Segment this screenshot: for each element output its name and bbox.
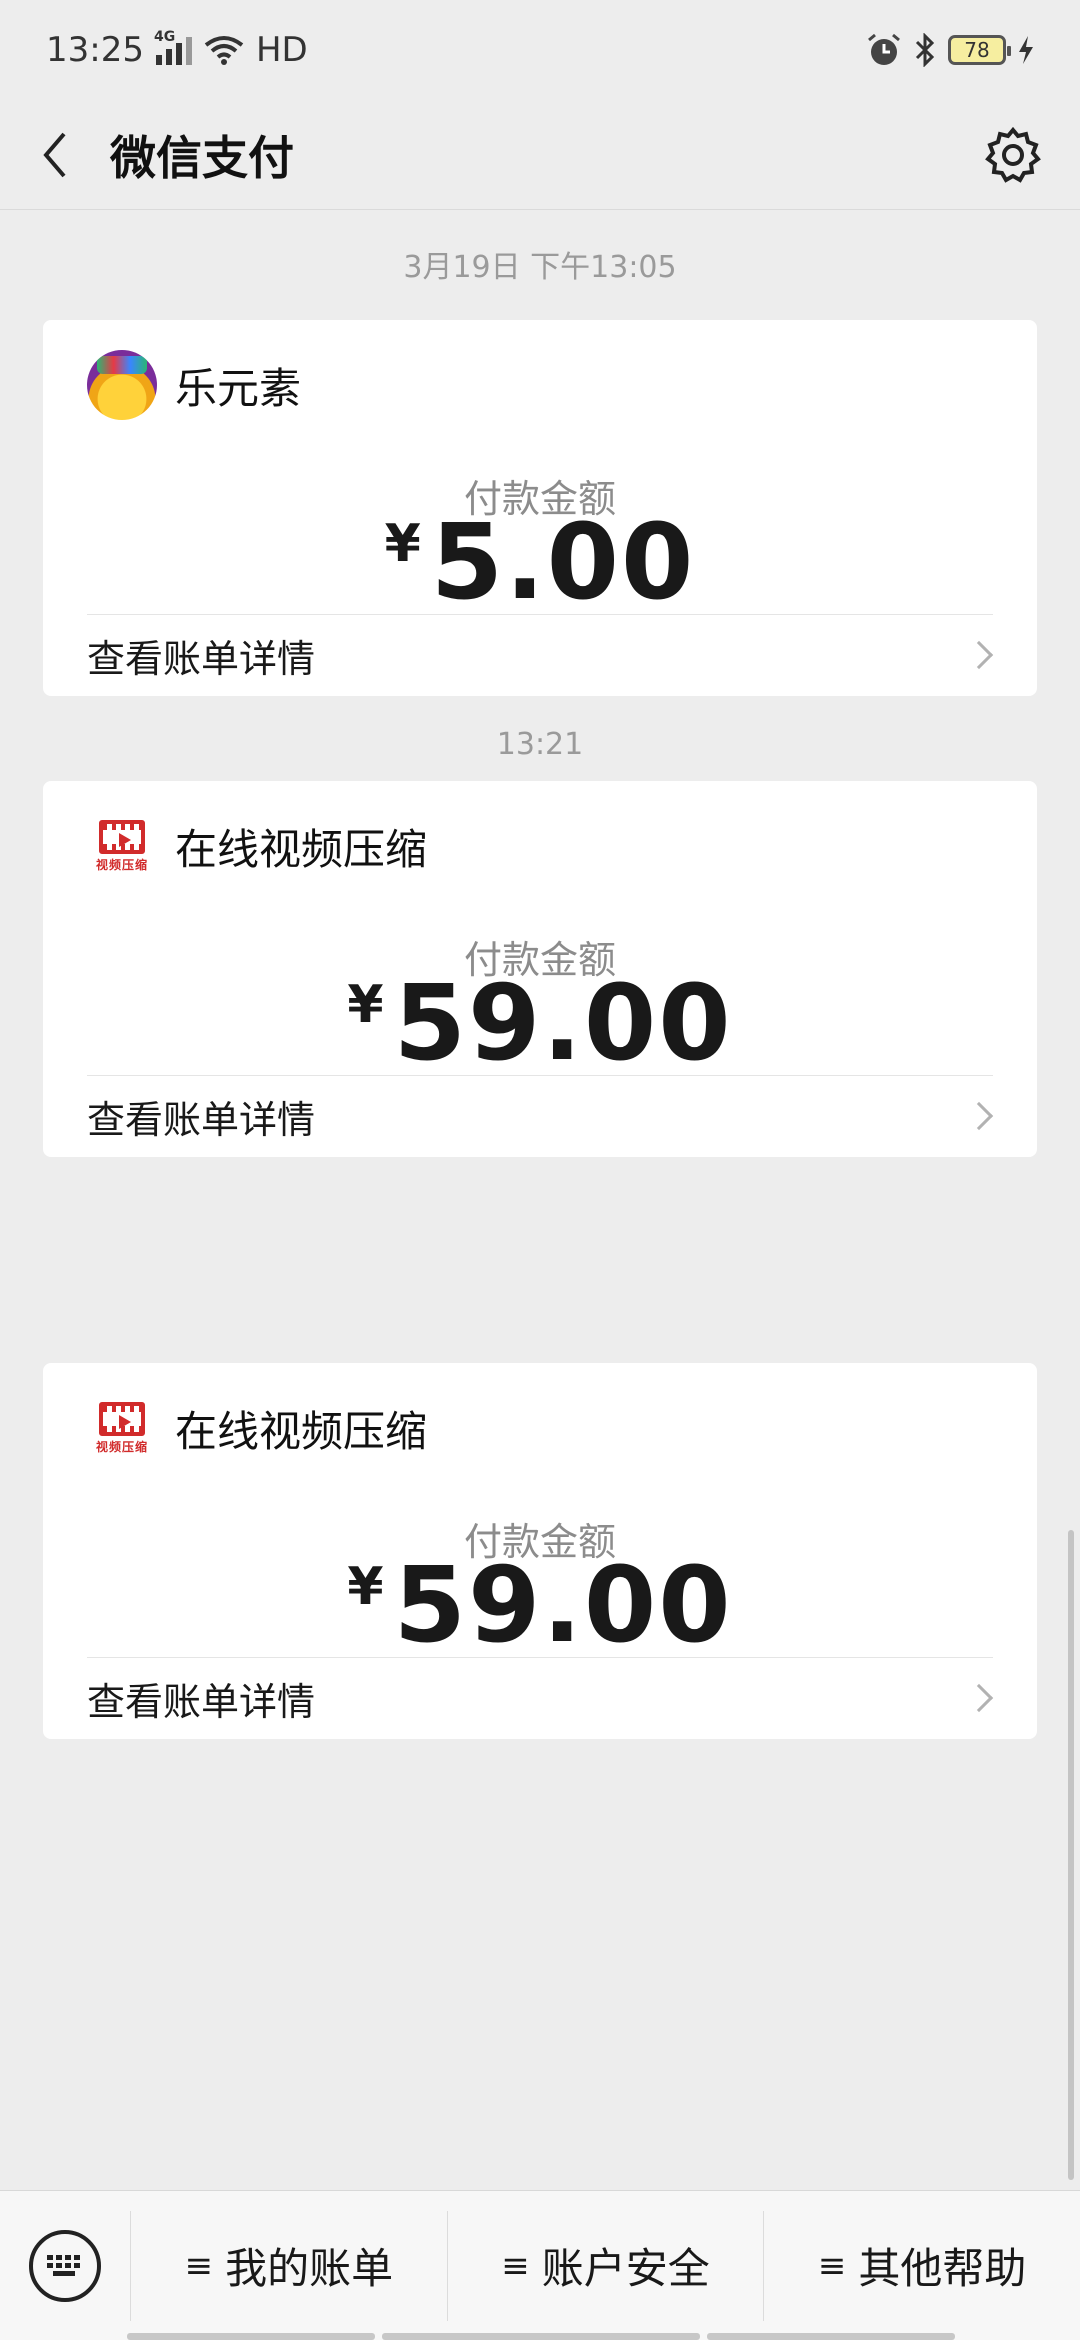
bluetooth-icon bbox=[915, 33, 935, 67]
merchant-name: 在线视频压缩 bbox=[175, 824, 428, 874]
cell-signal-icon: 4G bbox=[154, 29, 192, 65]
currency-symbol: ¥ bbox=[347, 975, 384, 1035]
nav-hint-segment bbox=[382, 2333, 700, 2340]
charging-icon bbox=[1019, 36, 1033, 64]
status-right: 78 bbox=[866, 32, 1034, 68]
view-bill-details-label: 查看账单详情 bbox=[87, 636, 316, 681]
menu-label: 账户安全 bbox=[541, 2244, 710, 2293]
game-app-icon bbox=[87, 350, 157, 420]
menu-label: 我的账单 bbox=[225, 2244, 394, 2293]
message-timestamp: 3月19日 下午13:05 bbox=[403, 250, 677, 285]
card-header: 乐元素 bbox=[87, 350, 301, 420]
status-left: 13:25 4G HD bbox=[46, 29, 308, 70]
settings-button[interactable] bbox=[976, 118, 1050, 192]
chevron-left-icon bbox=[43, 132, 66, 177]
scrollbar[interactable] bbox=[1068, 1530, 1074, 2180]
keyboard-toggle-button[interactable] bbox=[0, 2191, 130, 2340]
payment-card[interactable]: 视频压缩 在线视频压缩 付款金额 ¥ 59.00 查看账单详情 bbox=[43, 781, 1037, 1157]
menu-account-security[interactable]: ≡ 账户安全 bbox=[446, 2210, 764, 2321]
view-bill-details-row[interactable]: 查看账单详情 bbox=[43, 1639, 1037, 1757]
page-title: 微信支付 bbox=[110, 130, 294, 185]
message-timestamp: 13:21 bbox=[496, 727, 584, 762]
view-bill-details-row[interactable]: 查看账单详情 bbox=[43, 596, 1037, 714]
keyboard-keys-graphic bbox=[47, 2254, 80, 2276]
network-type: 4G bbox=[153, 29, 176, 45]
nav-hint-segment bbox=[707, 2333, 955, 2340]
bottom-menu-bar: ≡ 我的账单 ≡ 账户安全 ≡ 其他帮助 bbox=[0, 2190, 1080, 2340]
menu-my-bills[interactable]: ≡ 我的账单 bbox=[130, 2210, 447, 2321]
gear-icon bbox=[985, 126, 1041, 183]
menu-label: 其他帮助 bbox=[858, 2244, 1027, 2293]
alarm-icon bbox=[868, 33, 900, 65]
card-header: 视频压缩 在线视频压缩 bbox=[87, 811, 427, 881]
view-bill-details-label: 查看账单详情 bbox=[87, 1679, 316, 1724]
payment-card[interactable]: 乐元素 付款金额 ¥ 5.00 查看账单详情 bbox=[43, 320, 1037, 696]
payment-card[interactable]: 视频压缩 在线视频压缩 付款金额 ¥ 59.00 查看账单详情 bbox=[43, 1363, 1037, 1739]
battery-indicator: 78 bbox=[948, 35, 1011, 65]
wifi-icon bbox=[204, 36, 244, 65]
nav-header: 微信支付 bbox=[0, 100, 1080, 210]
film-icon bbox=[99, 1401, 145, 1436]
menu-lines-icon: ≡ bbox=[184, 2245, 214, 2286]
view-bill-details-row[interactable]: 查看账单详情 bbox=[43, 1057, 1037, 1175]
merchant-name: 在线视频压缩 bbox=[175, 1406, 428, 1456]
status-time: 13:25 bbox=[46, 30, 144, 70]
video-compress-app-icon: 视频压缩 bbox=[87, 811, 157, 881]
status-bar: 13:25 4G HD 78 bbox=[0, 0, 1080, 100]
chevron-right-icon bbox=[964, 1683, 994, 1713]
menu-lines-icon: ≡ bbox=[501, 2245, 530, 2286]
currency-symbol: ¥ bbox=[347, 1557, 384, 1617]
card-header: 视频压缩 在线视频压缩 bbox=[87, 1393, 427, 1463]
menu-other-help[interactable]: ≡ 其他帮助 bbox=[763, 2210, 1080, 2321]
back-button[interactable] bbox=[0, 100, 110, 210]
currency-symbol: ¥ bbox=[384, 514, 421, 574]
keyboard-icon bbox=[29, 2229, 101, 2302]
film-icon bbox=[99, 819, 145, 854]
view-bill-details-label: 查看账单详情 bbox=[87, 1097, 316, 1142]
chevron-right-icon bbox=[964, 1101, 994, 1131]
app-icon-caption: 视频压缩 bbox=[95, 857, 148, 872]
menu-lines-icon: ≡ bbox=[817, 2245, 847, 2286]
wifi-label: HD bbox=[255, 30, 308, 70]
nav-hint-segment bbox=[127, 2333, 375, 2340]
merchant-name: 乐元素 bbox=[175, 363, 302, 413]
video-compress-app-icon: 视频压缩 bbox=[87, 1393, 157, 1463]
app-icon-caption: 视频压缩 bbox=[95, 1439, 148, 1454]
chevron-right-icon bbox=[964, 640, 994, 670]
